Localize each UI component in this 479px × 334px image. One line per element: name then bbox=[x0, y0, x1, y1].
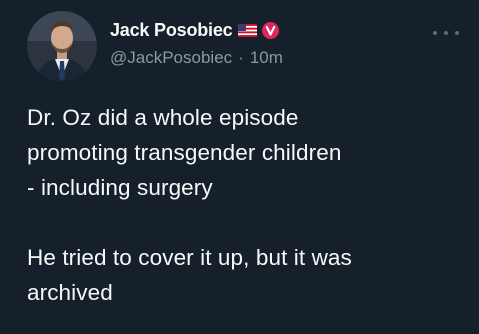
tweet-text: Dr. Oz did a whole episode promoting tra… bbox=[27, 100, 467, 310]
meta-row: @JackPosobiec · 10m bbox=[110, 47, 283, 69]
us-flag-icon bbox=[238, 23, 258, 37]
verified-badge-icon bbox=[262, 21, 280, 39]
avatar[interactable] bbox=[27, 11, 97, 81]
tweet-card[interactable]: Jack Posobiec @JackPosobiec · 10m Dr. Oz… bbox=[0, 0, 479, 334]
more-dot bbox=[455, 31, 459, 35]
display-name[interactable]: Jack Posobiec bbox=[110, 20, 233, 41]
name-row: Jack Posobiec bbox=[110, 18, 283, 42]
meta-separator: · bbox=[238, 48, 244, 67]
more-dot bbox=[444, 31, 448, 35]
avatar-image bbox=[27, 11, 97, 81]
more-options-icon[interactable] bbox=[433, 26, 459, 40]
tweet-header: Jack Posobiec @JackPosobiec · 10m bbox=[110, 18, 283, 69]
tweet-paragraph: Dr. Oz did a whole episode promoting tra… bbox=[27, 105, 342, 200]
timestamp[interactable]: 10m bbox=[250, 48, 283, 68]
tweet-paragraph: He tried to cover it up, but it was arch… bbox=[27, 245, 352, 305]
user-handle[interactable]: @JackPosobiec bbox=[110, 48, 232, 68]
more-dot bbox=[433, 31, 437, 35]
